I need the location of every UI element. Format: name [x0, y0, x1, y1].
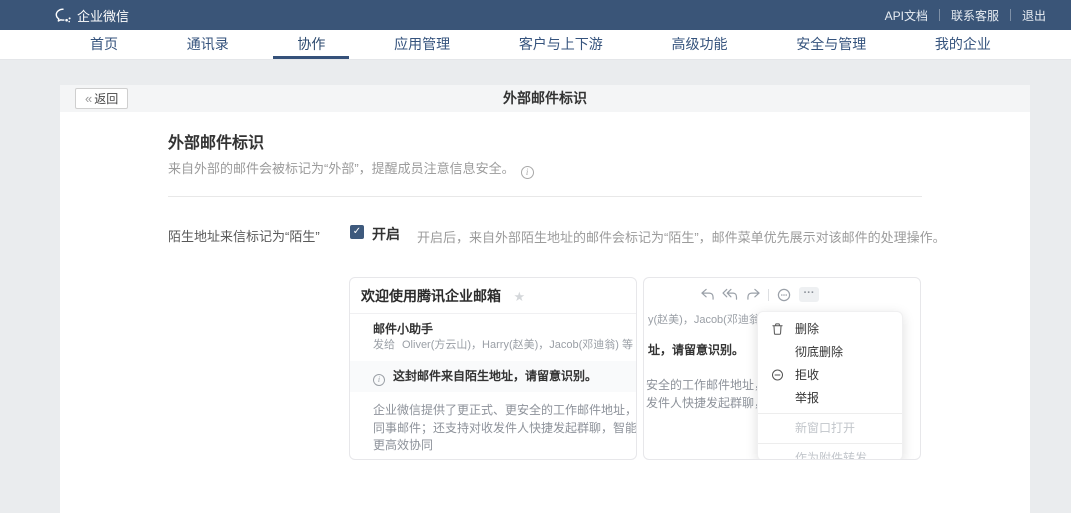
- topbar-link-contact-support[interactable]: 联系客服: [940, 7, 1010, 24]
- menu-item-label: 作为附件转发: [795, 451, 867, 460]
- topbar-link-logout[interactable]: 退出: [1011, 7, 1057, 24]
- back-arrow-icon: «: [85, 91, 92, 106]
- menu-item-label: 拒收: [795, 368, 819, 382]
- setting-row-label: 陌生地址来信标记为“陌生”: [168, 226, 320, 245]
- recipients-prefix: 发给: [373, 339, 395, 351]
- menu-item-label: 新窗口打开: [795, 421, 855, 435]
- tab-contacts[interactable]: 通讯录: [187, 30, 229, 59]
- menu-item-reject: 拒收: [758, 364, 902, 387]
- setting-hint: 开启后，来自外部陌生地址的邮件会标记为“陌生”，邮件菜单优先展示对该邮件的处理操…: [417, 227, 946, 246]
- main-panel: « 返回 外部邮件标识 外部邮件标识 来自外部的邮件会被标记为“外部”，提醒成员…: [60, 85, 1030, 513]
- section-divider: [168, 196, 922, 197]
- more-actions-icon: ···: [799, 287, 819, 302]
- tab-my-company[interactable]: 我的企业: [935, 30, 991, 59]
- mail-recipients: 发给 Oliver(方云山)，Harry(赵美)，Jacob(邓迪翁) 等 共5人: [373, 336, 636, 352]
- mail-subject-row: 欢迎使用腾讯企业邮箱 ★: [350, 278, 636, 314]
- tab-customers[interactable]: 客户与上下游: [519, 30, 603, 59]
- settings-subtitle: 来自外部的邮件会被标记为“外部”，提醒成员注意信息安全。 i: [168, 158, 534, 179]
- menu-item-label: 举报: [795, 391, 819, 405]
- tab-advanced-features[interactable]: 高级功能: [672, 30, 728, 59]
- menu-separator: [758, 443, 902, 444]
- wework-bubble-icon: [55, 8, 77, 23]
- mail-body-line: 企业微信提供了更正式、更安全的工作邮件地址，可以方便地: [373, 402, 636, 420]
- panel-header: « 返回 外部邮件标识: [60, 85, 1030, 112]
- enable-checkbox[interactable]: ✓: [350, 225, 364, 239]
- tab-collaboration[interactable]: 协作: [297, 30, 325, 59]
- stranger-notice-bar: i 这封邮件来自陌生地址，请留意识别。: [350, 361, 636, 392]
- mail-context-menu: 删除 彻底删除 拒收 举报 新窗口打开 作为附件转发: [757, 311, 903, 460]
- menu-separator: [758, 413, 902, 414]
- brand-logo[interactable]: 企业微信: [55, 6, 129, 25]
- menu-item-report: 举报: [758, 387, 902, 410]
- menu-item-forward-as-attachment: 作为附件转发: [758, 447, 902, 460]
- notice-info-icon: i: [373, 374, 385, 386]
- settings-subtitle-text: 来自外部的邮件会被标记为“外部”，提醒成员注意信息安全。: [168, 161, 515, 176]
- back-button[interactable]: « 返回: [75, 88, 128, 109]
- tab-app-management[interactable]: 应用管理: [394, 30, 450, 59]
- tab-home[interactable]: 首页: [90, 30, 118, 59]
- page-header-title: 外部邮件标识: [60, 85, 1030, 112]
- mail-preview-card-right: ··· y(赵美)，Jacob(邓迪翁) 等 共 址，请留意识别。 安全的工作邮…: [643, 277, 921, 460]
- mail-toolbar: ···: [699, 287, 819, 302]
- menu-item-open-new-window: 新窗口打开: [758, 417, 902, 440]
- mail-preview-card-left: 欢迎使用腾讯企业邮箱 ★ 邮件小助手 发给 Oliver(方云山)，Harry(赵…: [349, 277, 637, 460]
- toolbar-separator: [768, 289, 769, 301]
- top-bar: 企业微信 API文档 联系客服 退出: [0, 0, 1071, 30]
- star-icon: ★: [513, 289, 525, 304]
- menu-item-label: 删除: [795, 322, 819, 336]
- main-nav: 首页 通讯录 协作 应用管理 客户与上下游 高级功能 安全与管理 我的企业: [0, 30, 1071, 60]
- mail-body-line: 同事邮件；还支持对收发件人快捷发起群聊，智能分类邮件，: [373, 420, 636, 438]
- comment-icon: [776, 288, 792, 302]
- settings-title: 外部邮件标识: [168, 129, 264, 153]
- clipped-notice-text: 址，请留意识别。: [648, 341, 744, 358]
- mail-subject: 欢迎使用腾讯企业邮箱: [361, 288, 501, 304]
- menu-item-label: 彻底删除: [795, 345, 843, 359]
- reply-all-icon: [722, 288, 738, 302]
- back-button-label: 返回: [94, 90, 118, 107]
- tab-security-management[interactable]: 安全与管理: [796, 30, 866, 59]
- block-icon: [771, 368, 785, 382]
- mail-body-line: 更高效协同: [373, 437, 636, 455]
- mail-sender: 邮件小助手: [373, 320, 433, 337]
- menu-item-delete-forever: 彻底删除: [758, 341, 902, 364]
- mail-body: 企业微信提供了更正式、更安全的工作邮件地址，可以方便地 同事邮件；还支持对收发件…: [373, 402, 636, 455]
- stranger-notice-text: 这封邮件来自陌生地址，请留意识别。: [393, 369, 597, 383]
- menu-item-delete: 删除: [758, 318, 902, 341]
- info-icon[interactable]: i: [521, 166, 534, 179]
- topbar-link-api-docs[interactable]: API文档: [874, 7, 939, 24]
- brand-name: 企业微信: [77, 6, 129, 25]
- recipients-list: Oliver(方云山)，Harry(赵美)，Jacob(邓迪翁) 等 共5人: [402, 339, 636, 351]
- reply-icon: [699, 288, 715, 302]
- topbar-links: API文档 联系客服 退出: [874, 7, 1057, 24]
- trash-icon: [771, 322, 785, 336]
- forward-icon: [745, 288, 761, 302]
- enable-checkbox-label[interactable]: 开启: [372, 224, 400, 244]
